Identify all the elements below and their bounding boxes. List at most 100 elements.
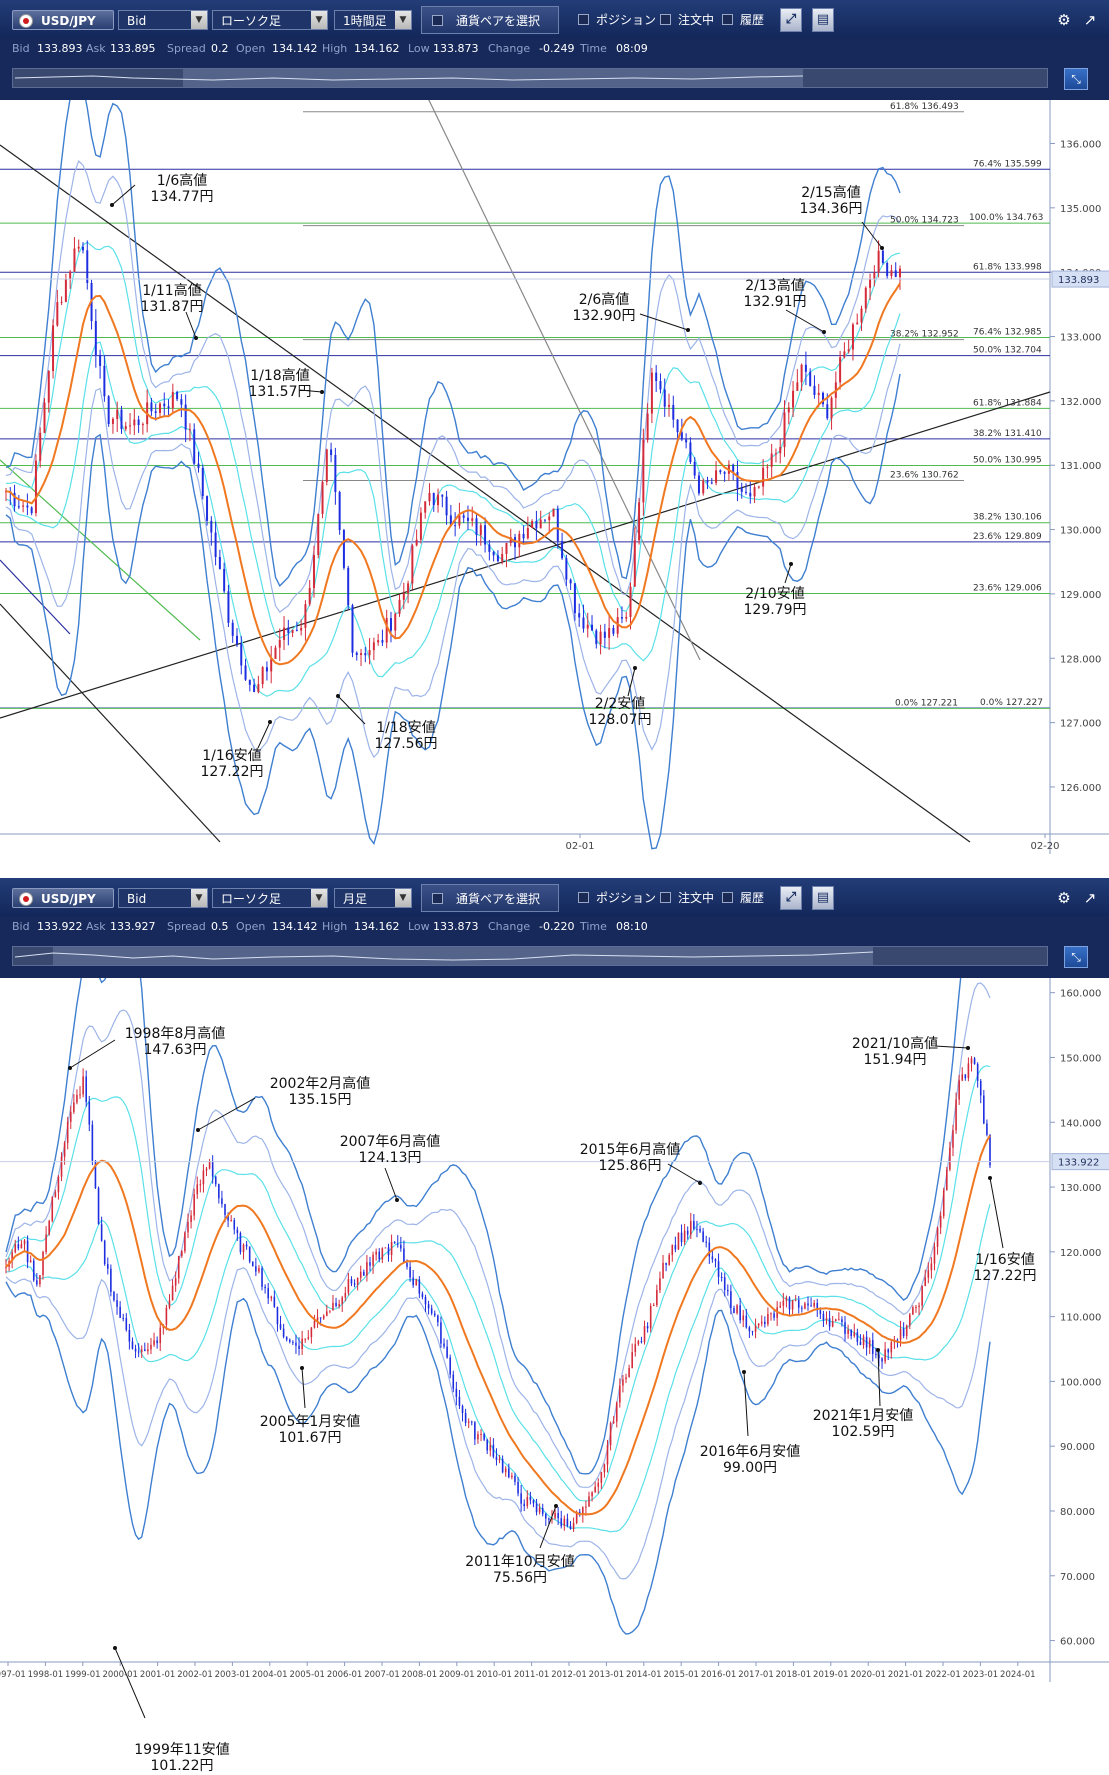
candle-body xyxy=(36,1280,38,1285)
chart-type-select[interactable]: ローソク足 ▼ xyxy=(212,10,328,30)
candle-body xyxy=(214,1176,217,1185)
order-toggle[interactable]: 注文中 xyxy=(660,888,714,908)
annotation-title: 2/2安値 xyxy=(595,696,646,712)
spread-value: 0.2 xyxy=(211,42,229,55)
annotation-title: 2002年2月高値 xyxy=(270,1075,371,1092)
range-navigator[interactable]: ⤡ xyxy=(0,60,1109,100)
candle-body xyxy=(69,1111,72,1122)
gear-icon[interactable]: ⚙ xyxy=(1054,10,1074,30)
checkbox-icon[interactable] xyxy=(578,14,589,25)
currency-pair-button[interactable]: USD/JPY xyxy=(12,10,114,30)
chart-layout-icon[interactable]: ▤ xyxy=(812,886,834,910)
candle-body xyxy=(649,1305,652,1329)
open-label: Open xyxy=(236,42,266,55)
candle-body xyxy=(526,1496,529,1507)
y-tick-label: 130.000 xyxy=(1060,526,1101,537)
candle-body xyxy=(841,1319,843,1323)
checkbox-icon[interactable] xyxy=(660,892,671,903)
navigator-track[interactable] xyxy=(12,946,1048,966)
candle-body xyxy=(129,425,132,427)
candle-body xyxy=(181,1251,183,1257)
range-navigator[interactable]: ⤡ xyxy=(0,938,1109,978)
order-toggle[interactable]: 注文中 xyxy=(660,10,714,30)
zoom-out-icon[interactable]: ⤡ xyxy=(1064,946,1088,968)
annotation-title: 2/10安値 xyxy=(745,586,804,602)
y-tick-label: 136.000 xyxy=(1060,139,1101,150)
candle-body xyxy=(110,1268,112,1292)
gear-icon[interactable]: ⚙ xyxy=(1054,888,1074,908)
candle-body xyxy=(312,554,315,589)
candle-body xyxy=(783,412,786,448)
annotation-arrow-head xyxy=(320,390,324,394)
chevron-down-icon: ▼ xyxy=(191,889,207,907)
expand-icon[interactable]: ↗ xyxy=(1080,888,1100,908)
candle-body xyxy=(147,1349,149,1352)
candle-body xyxy=(480,1433,482,1435)
annotation-title: 1998年8月高値 xyxy=(125,1025,226,1042)
y-tick-label: 160.000 xyxy=(1060,989,1101,1000)
candle-body xyxy=(477,1434,479,1440)
candle-body xyxy=(103,1240,106,1265)
candle-body xyxy=(689,1221,692,1235)
zoom-out-icon[interactable]: ⤡ xyxy=(1064,68,1088,90)
ask-label: Ask xyxy=(86,42,106,55)
price-type-select[interactable]: Bid ▼ xyxy=(118,10,208,30)
position-toggle[interactable]: ポジション xyxy=(578,888,656,908)
expand-icon[interactable]: ↗ xyxy=(1080,10,1100,30)
candle-body xyxy=(393,1241,396,1244)
candle-body xyxy=(239,1233,242,1253)
price-type-select[interactable]: Bid ▼ xyxy=(118,888,208,908)
candle-body xyxy=(64,279,67,302)
select-pair-button[interactable]: 通貨ペアを選択 xyxy=(421,884,559,912)
candle-body xyxy=(869,279,872,288)
candle-body xyxy=(894,270,897,278)
candle-body xyxy=(813,1302,815,1307)
navigator-track[interactable] xyxy=(12,68,1048,88)
x-tick-label: 2013-01 xyxy=(589,1670,625,1680)
x-tick-label: 2023-01 xyxy=(963,1670,999,1680)
candle-body xyxy=(868,1340,871,1348)
position-toggle[interactable]: ポジション xyxy=(578,10,656,30)
chart-settings-icon[interactable]: ⤢ xyxy=(780,8,802,32)
candle-body xyxy=(360,653,363,655)
candle-body xyxy=(736,472,739,489)
fibonacci-label: 50.0% 130.995 xyxy=(973,456,1042,466)
x-tick-label: 02-01 xyxy=(565,841,594,852)
candle-body xyxy=(176,391,179,400)
candle-body xyxy=(424,501,427,513)
checkbox-icon[interactable] xyxy=(722,14,733,25)
candle-body xyxy=(137,1351,140,1353)
checkbox-icon[interactable] xyxy=(722,892,733,903)
candle-body xyxy=(119,1306,121,1318)
x-tick-label: 1997-01 xyxy=(0,1670,26,1680)
select-pair-button[interactable]: 通貨ペアを選択 xyxy=(421,6,559,34)
candle-body xyxy=(381,1248,384,1260)
candle-body xyxy=(73,1102,75,1112)
annotation-title: 2011年10月安値 xyxy=(465,1554,574,1570)
annotation-price: 131.87円 xyxy=(141,299,204,315)
candle-body xyxy=(163,403,166,407)
history-toggle[interactable]: 履歴 xyxy=(722,888,764,908)
timeframe-select[interactable]: 月足 ▼ xyxy=(334,888,412,908)
history-toggle[interactable]: 履歴 xyxy=(722,10,764,30)
candle-body xyxy=(796,382,799,391)
chart-layout-icon[interactable]: ▤ xyxy=(812,8,834,32)
candle-body xyxy=(844,1322,846,1334)
candle-body xyxy=(81,246,84,251)
bid-value: 133.893 xyxy=(37,42,83,55)
candle-body xyxy=(720,1276,723,1278)
chart-settings-icon[interactable]: ⤢ xyxy=(780,886,802,910)
candle-body xyxy=(569,579,572,584)
spread-value: 0.5 xyxy=(211,920,229,933)
chart-type-select[interactable]: ローソク足 ▼ xyxy=(212,888,328,908)
candle-body xyxy=(432,493,435,506)
candle-body xyxy=(908,1314,911,1326)
annotation-title: 1/18安値 xyxy=(376,720,435,736)
checkbox-icon[interactable] xyxy=(660,14,671,25)
timeframe-select[interactable]: 1時間足 ▼ xyxy=(334,10,412,30)
history-label: 履歴 xyxy=(740,13,765,27)
pair-label: USD/JPY xyxy=(41,892,96,906)
currency-pair-button[interactable]: USD/JPY xyxy=(12,888,114,908)
annotation-price: 129.79円 xyxy=(744,602,807,618)
checkbox-icon[interactable] xyxy=(578,892,589,903)
